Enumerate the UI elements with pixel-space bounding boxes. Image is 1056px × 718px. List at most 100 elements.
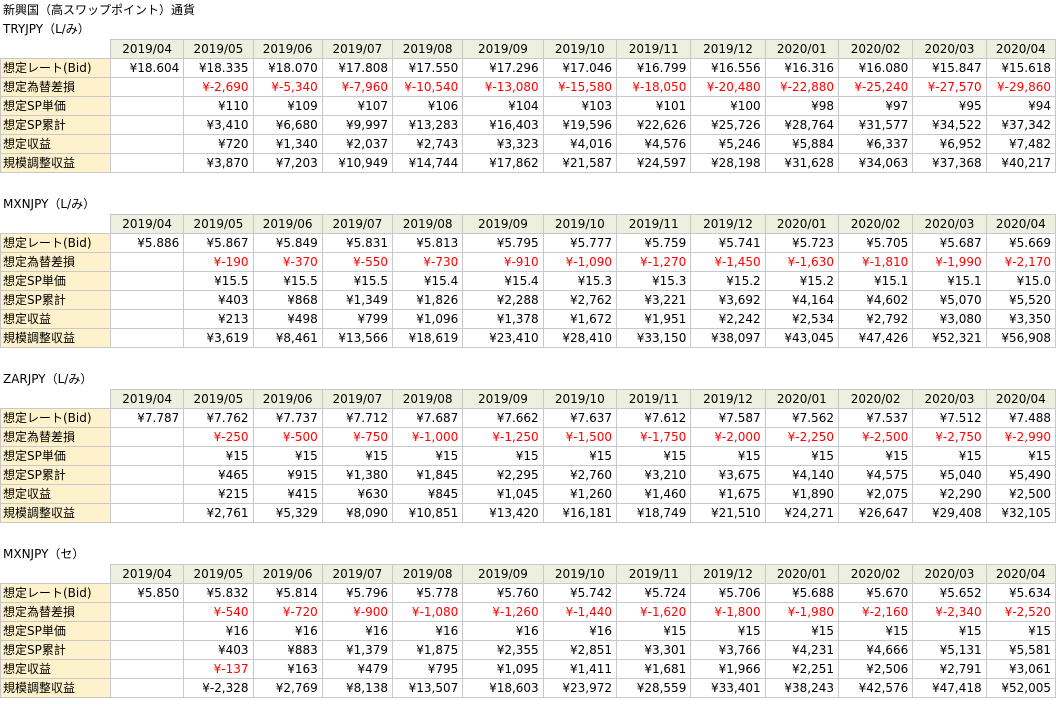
row-label-cell[interactable]: 想定為替差損: [0, 427, 111, 447]
month-header-cell[interactable]: 2019/09: [462, 389, 544, 409]
value-cell[interactable]: ¥2,851: [542, 640, 618, 660]
value-cell[interactable]: ¥2,075: [837, 484, 914, 504]
value-cell[interactable]: ¥5.849: [252, 233, 323, 253]
value-cell[interactable]: ¥16.316: [764, 58, 839, 78]
month-header-cell[interactable]: 2019/11: [615, 214, 692, 234]
value-cell[interactable]: ¥1,675: [690, 484, 766, 504]
month-header-cell[interactable]: 2019/11: [615, 564, 692, 584]
value-cell[interactable]: ¥38,243: [764, 678, 839, 698]
value-cell[interactable]: ¥403: [183, 640, 254, 660]
value-cell[interactable]: ¥799: [321, 309, 394, 329]
month-header-cell[interactable]: 2019/04: [109, 214, 185, 234]
month-header-cell[interactable]: 2019/05: [183, 214, 254, 234]
value-cell[interactable]: ¥3,410: [183, 115, 254, 135]
value-cell[interactable]: ¥32,105: [985, 503, 1056, 523]
value-cell[interactable]: ¥15.5: [183, 271, 254, 291]
value-cell[interactable]: ¥2,037: [321, 134, 394, 154]
value-cell[interactable]: ¥1,672: [542, 309, 618, 329]
value-cell[interactable]: ¥21,587: [542, 153, 618, 173]
value-cell[interactable]: ¥7.537: [837, 408, 914, 428]
value-cell[interactable]: ¥2,534: [764, 309, 839, 329]
value-cell[interactable]: ¥5.886: [109, 233, 185, 253]
value-cell[interactable]: ¥107: [321, 96, 394, 116]
value-cell[interactable]: ¥4,140: [764, 465, 839, 485]
value-cell[interactable]: ¥-2,500: [837, 427, 914, 447]
value-cell[interactable]: ¥2,290: [912, 484, 987, 504]
value-cell[interactable]: ¥-137: [183, 659, 254, 679]
value-cell[interactable]: ¥25,726: [690, 115, 766, 135]
month-header-cell[interactable]: 2020/03: [912, 214, 987, 234]
value-cell[interactable]: ¥13,283: [391, 115, 464, 135]
value-cell[interactable]: ¥5.795: [462, 233, 544, 253]
value-cell[interactable]: ¥104: [462, 96, 544, 116]
month-header-cell[interactable]: 2019/06: [252, 39, 323, 59]
value-cell[interactable]: ¥15: [690, 446, 766, 466]
value-cell[interactable]: ¥1,826: [391, 290, 464, 310]
value-cell[interactable]: ¥1,045: [462, 484, 544, 504]
row-label-cell[interactable]: 想定収益: [0, 134, 111, 154]
row-label-cell[interactable]: 想定為替差損: [0, 77, 111, 97]
value-cell[interactable]: ¥163: [252, 659, 323, 679]
row-label-cell[interactable]: 想定レート(Bid): [0, 583, 111, 603]
value-cell[interactable]: ¥47,426: [837, 328, 914, 348]
value-cell[interactable]: ¥2,500: [985, 484, 1056, 504]
value-cell[interactable]: ¥-13,080: [462, 77, 544, 97]
month-header-cell[interactable]: 2020/03: [912, 564, 987, 584]
value-cell[interactable]: [109, 602, 185, 622]
value-cell[interactable]: ¥10,851: [391, 503, 464, 523]
value-cell[interactable]: ¥7.512: [912, 408, 987, 428]
value-cell[interactable]: ¥15.2: [764, 271, 839, 291]
value-cell[interactable]: ¥15: [837, 621, 914, 641]
value-cell[interactable]: ¥-20,480: [690, 77, 766, 97]
value-cell[interactable]: ¥1,379: [321, 640, 394, 660]
value-cell[interactable]: ¥2,251: [764, 659, 839, 679]
value-cell[interactable]: ¥24,597: [615, 153, 692, 173]
month-header-cell[interactable]: 2020/04: [985, 389, 1056, 409]
value-cell[interactable]: ¥5.867: [183, 233, 254, 253]
value-cell[interactable]: ¥16,181: [542, 503, 618, 523]
value-cell[interactable]: ¥2,762: [542, 290, 618, 310]
value-cell[interactable]: ¥18.604: [109, 58, 185, 78]
value-cell[interactable]: ¥-2,000: [690, 427, 766, 447]
value-cell[interactable]: ¥3,080: [912, 309, 987, 329]
value-cell[interactable]: ¥34,522: [912, 115, 987, 135]
value-cell[interactable]: ¥7,203: [252, 153, 323, 173]
row-label-cell[interactable]: 想定SP単価: [0, 446, 111, 466]
month-header-cell[interactable]: 2020/01: [764, 39, 839, 59]
value-cell[interactable]: ¥16: [321, 621, 394, 641]
value-cell[interactable]: ¥52,005: [985, 678, 1056, 698]
value-cell[interactable]: ¥106: [391, 96, 464, 116]
value-cell[interactable]: [109, 290, 185, 310]
value-cell[interactable]: ¥-5,340: [252, 77, 323, 97]
value-cell[interactable]: ¥56,908: [985, 328, 1056, 348]
row-label-cell[interactable]: 想定SP単価: [0, 96, 111, 116]
value-cell[interactable]: ¥29,408: [912, 503, 987, 523]
value-cell[interactable]: [109, 134, 185, 154]
value-cell[interactable]: ¥-370: [252, 252, 323, 272]
value-cell[interactable]: ¥1,340: [252, 134, 323, 154]
month-header-cell[interactable]: 2020/02: [837, 564, 914, 584]
value-cell[interactable]: ¥-2,340: [912, 602, 987, 622]
row-label-cell[interactable]: 想定SP累計: [0, 465, 111, 485]
value-cell[interactable]: ¥868: [252, 290, 323, 310]
month-header-cell[interactable]: 2019/04: [109, 389, 185, 409]
value-cell[interactable]: ¥1,681: [615, 659, 692, 679]
value-cell[interactable]: ¥5.724: [615, 583, 692, 603]
value-cell[interactable]: ¥-22,880: [764, 77, 839, 97]
value-cell[interactable]: ¥16: [252, 621, 323, 641]
month-header-cell[interactable]: 2019/10: [542, 39, 618, 59]
value-cell[interactable]: ¥7.562: [764, 408, 839, 428]
value-cell[interactable]: ¥-540: [183, 602, 254, 622]
row-label-cell[interactable]: 想定収益: [0, 484, 111, 504]
value-cell[interactable]: [109, 309, 185, 329]
value-cell[interactable]: ¥630: [321, 484, 394, 504]
value-cell[interactable]: ¥-15,580: [542, 77, 618, 97]
row-label-cell[interactable]: 想定SP単価: [0, 621, 111, 641]
value-cell[interactable]: ¥9,997: [321, 115, 394, 135]
value-cell[interactable]: ¥1,951: [615, 309, 692, 329]
value-cell[interactable]: ¥15: [615, 446, 692, 466]
value-cell[interactable]: ¥15.1: [837, 271, 914, 291]
value-cell[interactable]: ¥7.737: [252, 408, 323, 428]
value-cell[interactable]: ¥1,875: [391, 640, 464, 660]
value-cell[interactable]: ¥3,619: [183, 328, 254, 348]
